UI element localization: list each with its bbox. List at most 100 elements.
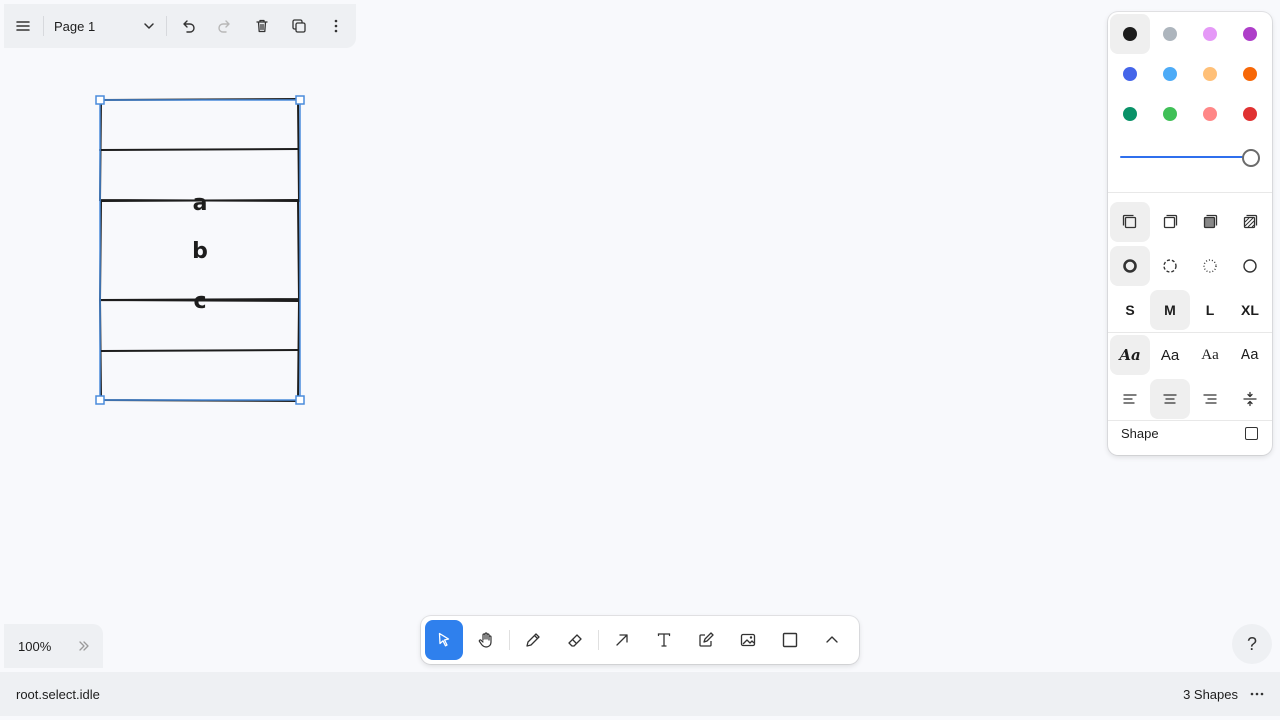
- redo-icon: [217, 20, 230, 33]
- color-swatch[interactable]: [1190, 54, 1230, 94]
- more-horizontal-icon[interactable]: [1248, 685, 1266, 703]
- color-swatch[interactable]: [1190, 14, 1230, 54]
- trash-icon: [255, 19, 268, 33]
- more-tools-button[interactable]: [813, 620, 851, 660]
- color-swatch[interactable]: [1150, 14, 1190, 54]
- arrow-icon: [616, 634, 628, 646]
- size-options: S M L XL: [1110, 290, 1270, 330]
- dash-solid-button[interactable]: [1230, 246, 1270, 286]
- text-tool[interactable]: [645, 620, 683, 660]
- align-right-icon: [1203, 394, 1217, 404]
- zoom-control: 100%: [4, 624, 103, 668]
- shape-option-row[interactable]: Shape: [1108, 416, 1272, 450]
- fill-options: [1110, 202, 1270, 242]
- page-selector[interactable]: Page 1: [46, 4, 164, 48]
- resize-handle-top-right[interactable]: [295, 95, 305, 105]
- color-swatch[interactable]: [1230, 54, 1270, 94]
- font-draw-button[interactable]: Aa: [1110, 335, 1150, 375]
- fill-semi-button[interactable]: [1150, 202, 1190, 242]
- opacity-thumb[interactable]: [1242, 149, 1260, 167]
- duplicate-button[interactable]: [280, 4, 317, 48]
- note-icon: [699, 632, 714, 647]
- shape-a-line: [99, 148, 300, 151]
- arrow-tool[interactable]: [603, 620, 641, 660]
- color-dot: [1163, 27, 1177, 41]
- hand-tool[interactable]: [467, 620, 505, 660]
- font-mono-button[interactable]: Aa: [1230, 335, 1270, 375]
- dash-dashed-button[interactable]: [1150, 246, 1190, 286]
- rectangle-tool[interactable]: [771, 620, 809, 660]
- resize-handle-bottom-left[interactable]: [95, 395, 105, 405]
- text-icon: [657, 633, 671, 647]
- color-dot: [1243, 27, 1257, 41]
- image-tool[interactable]: [729, 620, 767, 660]
- dash-draw-button[interactable]: [1110, 246, 1150, 286]
- drawing-canvas[interactable]: a b c: [0, 0, 1280, 720]
- panel-divider: [1108, 192, 1272, 193]
- style-panel: S M L XL Aa Aa Aa Aa Shape: [1108, 12, 1272, 455]
- double-chevron-right-icon[interactable]: [77, 639, 91, 653]
- color-dot: [1123, 107, 1137, 121]
- align-right-button[interactable]: [1190, 379, 1230, 419]
- color-swatch[interactable]: [1110, 54, 1150, 94]
- note-tool[interactable]: [687, 620, 725, 660]
- toolbar-divider: [509, 630, 510, 650]
- align-left-button[interactable]: [1110, 379, 1150, 419]
- shape-checkbox[interactable]: [1245, 426, 1258, 440]
- color-swatch[interactable]: [1230, 14, 1270, 54]
- help-button[interactable]: ?: [1232, 624, 1272, 664]
- delete-button[interactable]: [243, 4, 280, 48]
- size-s-button[interactable]: S: [1110, 290, 1150, 330]
- fill-pattern-button[interactable]: [1230, 202, 1270, 242]
- undo-button[interactable]: [169, 4, 206, 48]
- color-swatch[interactable]: [1110, 14, 1150, 54]
- color-swatch[interactable]: [1150, 54, 1190, 94]
- font-sans-button[interactable]: Aa: [1150, 335, 1190, 375]
- color-swatch[interactable]: [1230, 94, 1270, 134]
- pointer-icon: [438, 632, 450, 647]
- color-dot: [1203, 67, 1217, 81]
- panel-divider: [1108, 332, 1272, 333]
- font-serif-button[interactable]: Aa: [1190, 335, 1230, 375]
- align-left-icon: [1123, 394, 1137, 404]
- opacity-slider[interactable]: [1120, 148, 1260, 168]
- color-dot: [1163, 107, 1177, 121]
- label-b: b: [192, 239, 208, 264]
- size-l-button[interactable]: L: [1190, 290, 1230, 330]
- eraser-icon: [568, 634, 582, 647]
- shape-count: 3 Shapes: [1183, 686, 1238, 702]
- select-tool[interactable]: [425, 620, 464, 660]
- redo-button[interactable]: [206, 4, 243, 48]
- fill-pattern-icon: [1243, 214, 1258, 229]
- more-actions-button[interactable]: [317, 4, 354, 48]
- pencil-icon: [526, 633, 540, 647]
- color-swatches: [1110, 14, 1270, 134]
- fill-none-button[interactable]: [1110, 202, 1150, 242]
- undo-icon: [182, 20, 195, 33]
- eraser-tool[interactable]: [556, 620, 594, 660]
- align-center-icon: [1163, 394, 1177, 404]
- size-xl-button[interactable]: XL: [1230, 290, 1270, 330]
- color-swatch[interactable]: [1110, 94, 1150, 134]
- size-m-button[interactable]: M: [1150, 290, 1190, 330]
- vertical-align-button[interactable]: [1230, 379, 1270, 419]
- main-menu-button[interactable]: [4, 4, 41, 48]
- shape-c-line: [100, 349, 299, 352]
- shape-label: Shape: [1121, 425, 1159, 441]
- fill-solid-button[interactable]: [1190, 202, 1230, 242]
- opacity-track: [1120, 156, 1250, 158]
- color-swatch[interactable]: [1190, 94, 1230, 134]
- dash-dotted-button[interactable]: [1190, 246, 1230, 286]
- color-swatch[interactable]: [1150, 94, 1190, 134]
- zoom-level[interactable]: 100%: [18, 639, 51, 654]
- resize-handle-bottom-right[interactable]: [295, 395, 305, 405]
- circle-dashed-icon: [1163, 259, 1177, 273]
- circle-draw-icon: [1123, 259, 1137, 273]
- hamburger-icon: [15, 21, 30, 31]
- align-center-button[interactable]: [1150, 379, 1190, 419]
- resize-handle-top-left[interactable]: [95, 95, 105, 105]
- draw-tool[interactable]: [514, 620, 552, 660]
- dash-options: [1110, 246, 1270, 286]
- shape-c[interactable]: [98, 298, 301, 403]
- shape-a[interactable]: [98, 97, 301, 203]
